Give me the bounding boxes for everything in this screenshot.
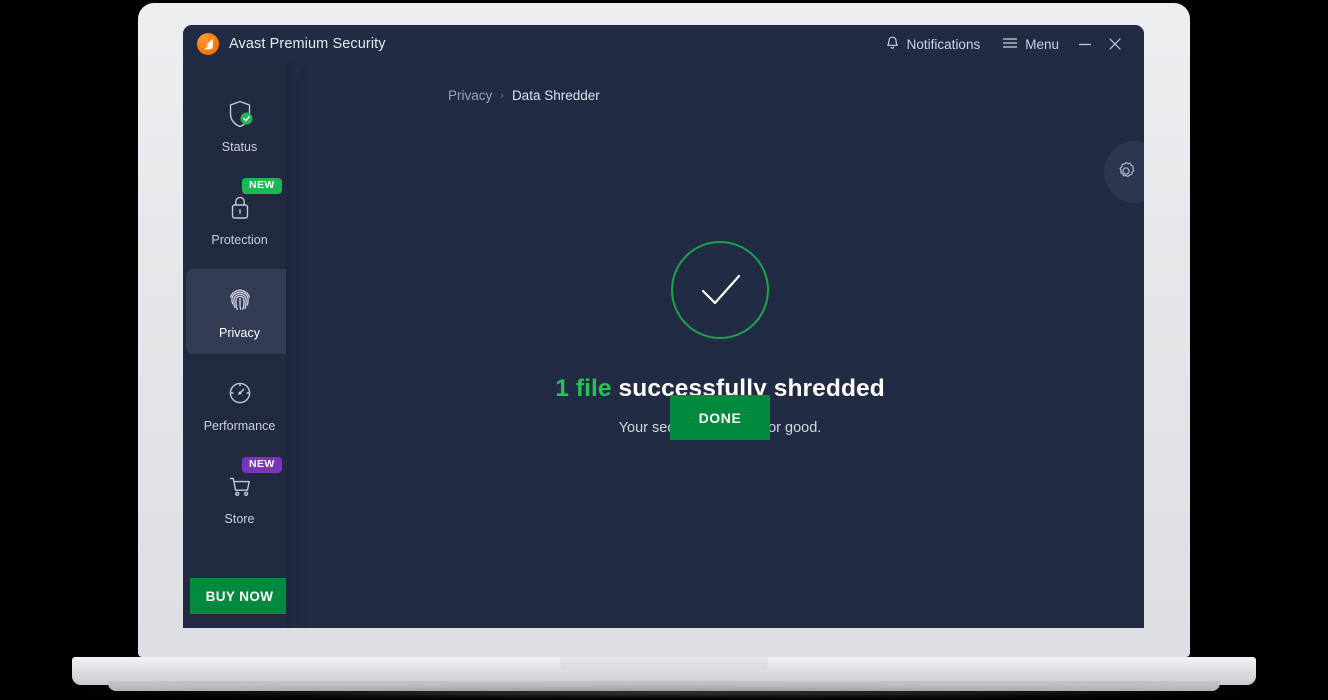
titlebar-controls: Notifications Menu [874, 25, 1144, 63]
fingerprint-icon [223, 283, 257, 317]
sidebar-item-protection[interactable]: NEW Protection [186, 176, 293, 261]
notifications-label: Notifications [906, 36, 981, 52]
sidebar-divider [286, 63, 296, 628]
laptop-trackpad-notch [560, 657, 768, 670]
window-title: Avast Premium Security [229, 36, 386, 52]
sidebar-item-label: Protection [211, 233, 268, 247]
sidebar-item-privacy[interactable]: Privacy [186, 269, 293, 354]
new-badge: NEW [242, 457, 282, 473]
breadcrumb-parent[interactable]: Privacy [448, 88, 492, 103]
done-button[interactable]: DONE [670, 395, 770, 440]
sidebar-item-performance[interactable]: Performance [186, 362, 293, 447]
laptop-mockup-scene: Avast Premium Security Notifications Men… [0, 0, 1328, 700]
laptop-shadow [60, 686, 1268, 698]
bell-icon [885, 35, 900, 54]
speedometer-icon [223, 376, 257, 410]
lock-icon [223, 190, 257, 224]
sidebar-item-label: Performance [203, 419, 276, 433]
breadcrumb-current: Data Shredder [511, 88, 600, 103]
sidebar-item-label: Privacy [219, 326, 260, 340]
sidebar-item-store[interactable]: NEW Store [186, 455, 293, 540]
avast-logo-icon [197, 33, 219, 55]
hamburger-icon [1002, 37, 1018, 52]
buy-now-button[interactable]: BUY NOW [190, 578, 289, 614]
breadcrumb: Privacy › Data Shredder [448, 88, 600, 103]
close-icon[interactable] [1100, 25, 1130, 63]
window-titlebar: Avast Premium Security Notifications Men… [183, 25, 1144, 63]
menu-label: Menu [1025, 36, 1059, 52]
shopping-cart-icon [223, 469, 257, 503]
avast-application-window: Avast Premium Security Notifications Men… [183, 25, 1144, 628]
breadcrumb-separator: › [500, 89, 504, 102]
sidebar-navigation: Status NEW Protection Privacy Performanc… [183, 63, 296, 628]
sidebar-item-status[interactable]: Status [186, 83, 293, 168]
window-body: Status NEW Protection Privacy Performanc… [183, 63, 1144, 628]
sidebar-item-label: Status [221, 140, 258, 154]
sidebar-item-label: Store [224, 512, 255, 526]
result-file-count: 1 file [555, 375, 612, 402]
new-badge: NEW [242, 178, 282, 194]
settings-button[interactable] [1104, 141, 1144, 203]
minimize-icon[interactable] [1070, 25, 1100, 63]
shield-check-icon [223, 97, 257, 131]
notifications-button[interactable]: Notifications [874, 25, 992, 63]
check-circle-icon [671, 241, 769, 339]
gear-icon [1115, 160, 1137, 185]
content-area: Privacy › Data Shredder 1 file successfu… [296, 63, 1144, 628]
menu-button[interactable]: Menu [991, 25, 1070, 63]
